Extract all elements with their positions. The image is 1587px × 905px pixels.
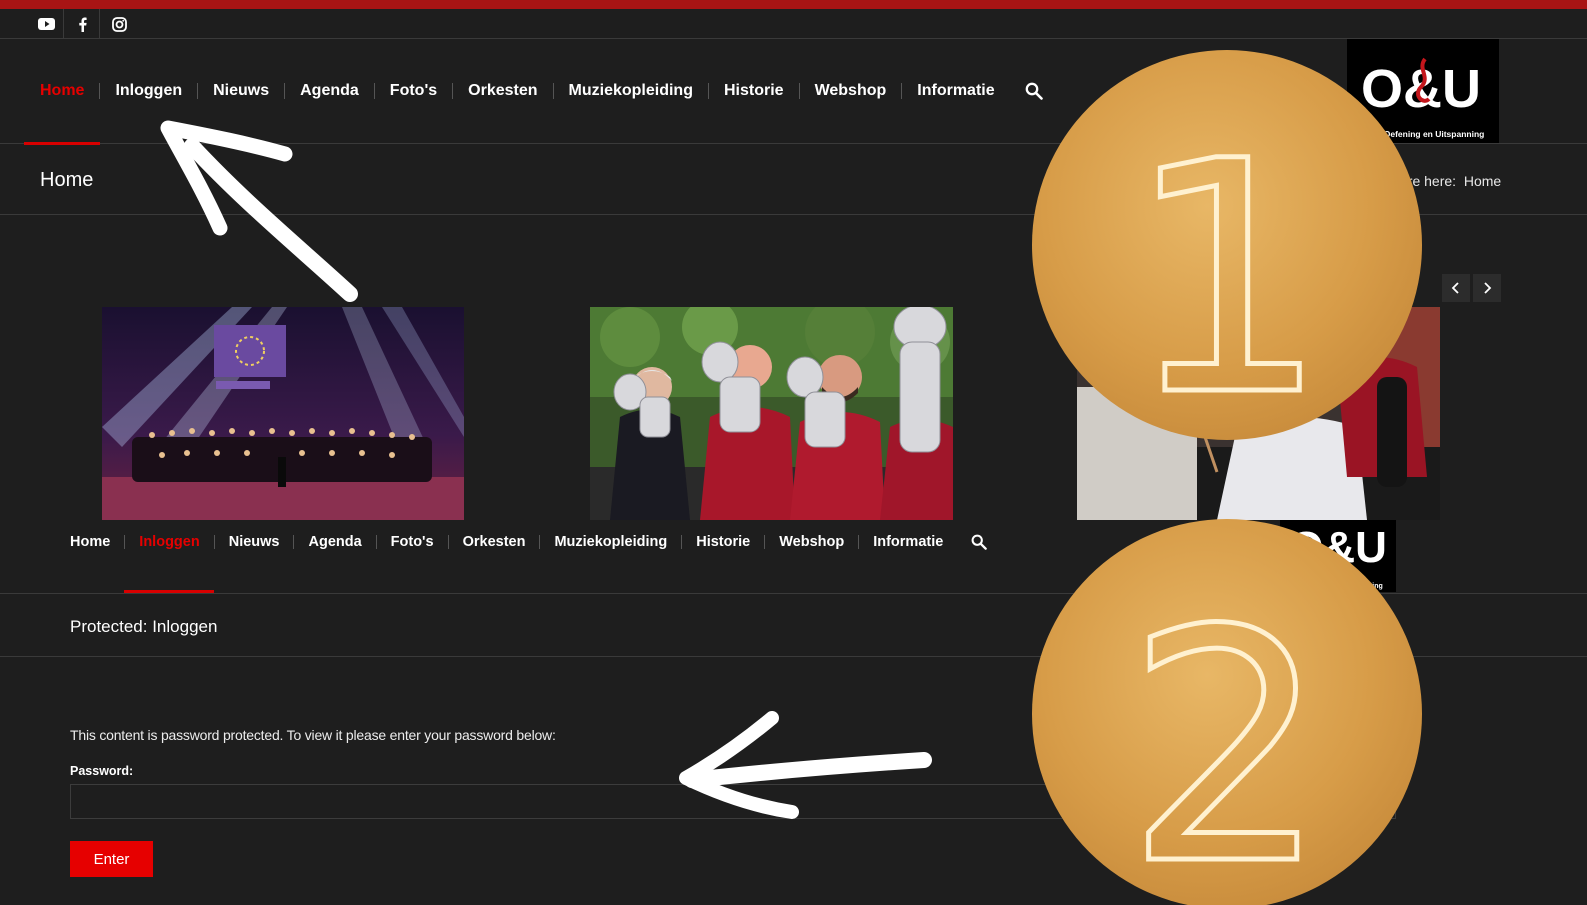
nav-divider: [284, 83, 286, 99]
nav-historie[interactable]: Historie: [724, 82, 784, 100]
nav-nieuws[interactable]: Nieuws: [229, 534, 280, 550]
nav-divider: [447, 535, 449, 549]
search-icon[interactable]: [971, 534, 988, 550]
nav-inloggen[interactable]: Inloggen: [115, 82, 182, 100]
nav-divider: [213, 535, 215, 549]
nav-divider: [552, 83, 554, 99]
nav-list: Home Inloggen Nieuws Agenda Foto's Orkes…: [70, 532, 988, 552]
nav-divider: [798, 83, 800, 99]
nav-historie[interactable]: Historie: [696, 534, 750, 550]
facebook-icon[interactable]: [66, 9, 100, 39]
breadcrumb-home[interactable]: Home: [1464, 173, 1501, 189]
active-nav-underline: [124, 590, 214, 593]
nav-webshop[interactable]: Webshop: [779, 534, 844, 550]
nav-fotos[interactable]: Foto's: [391, 534, 434, 550]
nav-muziekopleiding[interactable]: Muziekopleiding: [569, 82, 693, 100]
nav-divider: [452, 83, 454, 99]
nav-informatie[interactable]: Informatie: [917, 82, 994, 100]
nav-divider: [681, 535, 683, 549]
nav-divider: [375, 535, 377, 549]
chevron-right-icon[interactable]: [1473, 274, 1501, 302]
nav-home[interactable]: Home: [70, 534, 110, 550]
nav-home[interactable]: Home: [40, 82, 84, 100]
nav-divider: [858, 535, 860, 549]
gold-number-badge-2: 2: [1032, 519, 1422, 905]
chevron-left-icon[interactable]: [1442, 274, 1470, 302]
nav-divider: [707, 83, 709, 99]
nav-divider: [901, 83, 903, 99]
slider-photo-concert[interactable]: [102, 307, 464, 520]
gold-number-badge-1: 1: [1032, 50, 1422, 440]
nav-nieuws[interactable]: Nieuws: [213, 82, 269, 100]
nav-muziekopleiding[interactable]: Muziekopleiding: [554, 534, 667, 550]
nav-divider: [293, 535, 295, 549]
nav-orkesten[interactable]: Orkesten: [468, 82, 537, 100]
nav-inloggen[interactable]: Inloggen: [139, 534, 199, 550]
arrow-annotation-inloggen: [160, 120, 358, 302]
nav-webshop[interactable]: Webshop: [815, 82, 887, 100]
slider-photo-brass-players[interactable]: [590, 307, 953, 520]
badge-number: 2: [1125, 563, 1329, 905]
nav-list: Home Inloggen Nieuws Agenda Foto's Orkes…: [40, 80, 1043, 102]
nav-divider: [124, 535, 126, 549]
nav-divider: [539, 535, 541, 549]
nav-orkesten[interactable]: Orkesten: [463, 534, 526, 550]
nav-divider: [99, 83, 101, 99]
instagram-icon[interactable]: [102, 9, 136, 39]
top-accent-bar: [0, 0, 1587, 9]
nav-divider: [197, 83, 199, 99]
nav-fotos[interactable]: Foto's: [390, 82, 437, 100]
page-title: Protected: Inloggen: [70, 617, 218, 636]
password-protected-message: This content is password protected. To v…: [70, 727, 556, 743]
nav-informatie[interactable]: Informatie: [873, 534, 943, 550]
badge-number: 1: [1125, 94, 1329, 440]
youtube-icon[interactable]: [30, 9, 64, 39]
page-title: Home: [40, 169, 94, 191]
nav-divider: [373, 83, 375, 99]
enter-button[interactable]: Enter: [70, 841, 153, 877]
arrow-annotation-password: [679, 711, 932, 819]
nav-agenda[interactable]: Agenda: [308, 534, 361, 550]
social-bar: [0, 9, 1587, 39]
nav-divider: [764, 535, 766, 549]
password-label: Password:: [70, 764, 134, 778]
nav-agenda[interactable]: Agenda: [300, 82, 359, 100]
